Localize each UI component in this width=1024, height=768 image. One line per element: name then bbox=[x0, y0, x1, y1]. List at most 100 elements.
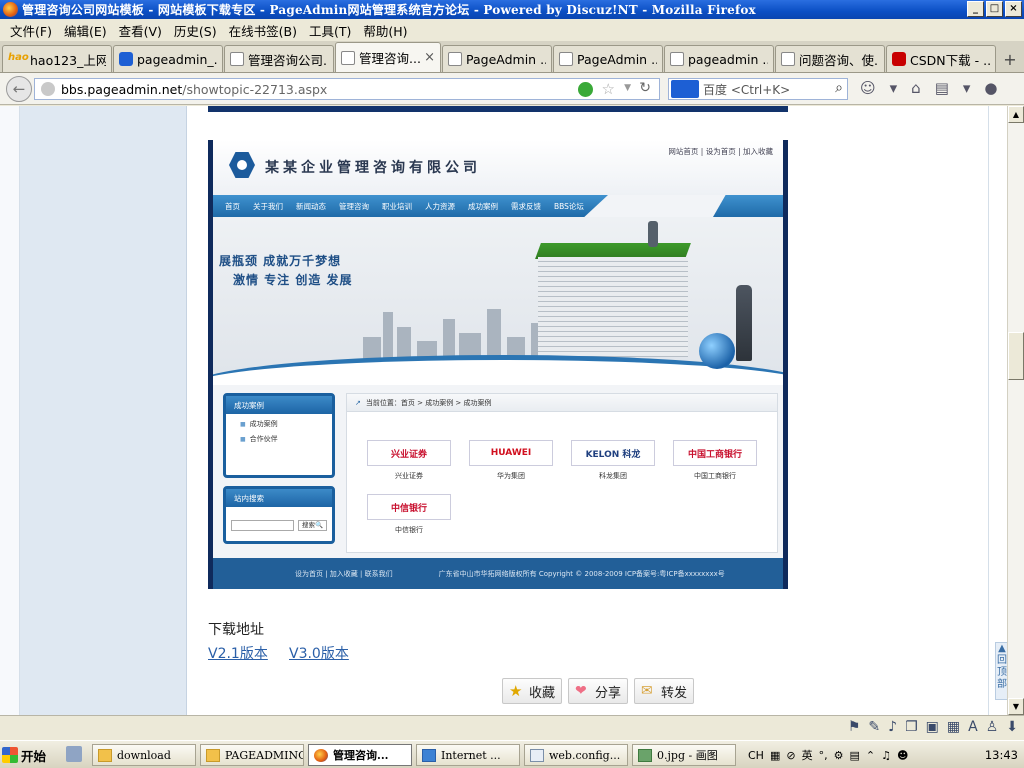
start-button[interactable]: 开始 bbox=[2, 744, 50, 766]
download-icon[interactable]: ⬇ bbox=[1006, 719, 1018, 735]
client-logo: 中信银行 中信银行 bbox=[367, 494, 451, 535]
qq-icon[interactable]: ☻ bbox=[897, 749, 908, 762]
tab-pageadmin-1[interactable]: PageAdmin ... bbox=[442, 45, 552, 72]
url-bar[interactable]: bbs.pageadmin.net/showtopic-22713.aspx ☆… bbox=[34, 78, 660, 100]
tab-label: PageAdmin ... bbox=[466, 51, 546, 67]
page-content: 某某企业管理咨询有限公司 网站首页 | 设为首页 | 加入收藏 首页 关于我们 … bbox=[0, 106, 1007, 715]
person-icon[interactable]: ♙ bbox=[986, 719, 999, 735]
site-identity-icon[interactable] bbox=[41, 82, 55, 96]
tab-pageadmin-2[interactable]: PageAdmin ... bbox=[553, 45, 663, 72]
tab-label: PageAdmin ... bbox=[577, 51, 657, 67]
task-internet[interactable]: Internet ... bbox=[416, 744, 520, 766]
magnifier-icon[interactable]: ⌕ bbox=[835, 80, 843, 96]
task-label: Internet ... bbox=[441, 748, 501, 762]
new-tab-button[interactable]: + bbox=[999, 46, 1021, 72]
search-input[interactable]: 百度 <Ctrl+K> ⌕ bbox=[668, 78, 848, 100]
menu-help[interactable]: 帮助(H) bbox=[357, 21, 413, 40]
font-icon[interactable]: A bbox=[968, 719, 978, 735]
scroll-down-arrow-icon[interactable]: ▼ bbox=[1008, 698, 1024, 715]
tools-icon[interactable]: ✎ bbox=[868, 719, 880, 735]
screenshot-icon[interactable]: ▣ bbox=[926, 719, 939, 735]
vertical-scrollbar[interactable]: ▲ ▼ bbox=[1007, 106, 1024, 715]
tab-consulting-company[interactable]: 管理咨询公司... bbox=[224, 45, 334, 72]
dropdown-icon[interactable]: ▾ bbox=[890, 79, 898, 97]
volume-icon[interactable]: ♫ bbox=[881, 749, 891, 762]
search-engine-icon[interactable] bbox=[671, 80, 699, 98]
folder-icon bbox=[98, 748, 112, 762]
tab-pageadmin-baidu[interactable]: pageadmin_... bbox=[113, 45, 223, 72]
template-header: 某某企业管理咨询有限公司 网站首页 | 设为首页 | 加入收藏 bbox=[213, 140, 783, 195]
businessman-figure bbox=[736, 285, 752, 361]
template-nav-item: 需求反馈 bbox=[511, 201, 541, 211]
tab-pageadmin-3[interactable]: pageadmin ... bbox=[664, 45, 774, 72]
client-logo: KELON 科龙 科龙集团 bbox=[571, 440, 655, 481]
task-firefox[interactable]: 管理咨询... bbox=[308, 744, 412, 766]
back-button[interactable]: ← bbox=[6, 76, 32, 102]
tab-close-icon[interactable]: × bbox=[424, 50, 435, 65]
template-copyright: 广东省中山市华拓网络版权所有 Copyright © 2008-2009 ICP… bbox=[438, 569, 725, 578]
bookmarks-icon[interactable]: ▤ bbox=[935, 79, 949, 97]
speaker-icon[interactable]: ♪ bbox=[888, 719, 897, 735]
task-paint[interactable]: 0.jpg - 画图 bbox=[632, 744, 736, 766]
client-logo-name: 中信银行 bbox=[395, 526, 423, 534]
bookmark-star-icon[interactable]: ☆ bbox=[602, 80, 615, 98]
template-nav: 首页 关于我们 新闻动态 管理咨询 职业培训 人力资源 成功案例 需求反馈 BB… bbox=[213, 195, 608, 217]
task-pageadminglzx[interactable]: PAGEADMINGLZX bbox=[200, 744, 304, 766]
close-window-button[interactable]: × bbox=[1005, 1, 1022, 17]
maximize-button[interactable]: □ bbox=[986, 1, 1003, 17]
scrollbar-thumb[interactable] bbox=[1008, 332, 1024, 380]
addon-icon[interactable]: ☺ bbox=[860, 79, 876, 97]
window-icon[interactable]: ❐ bbox=[905, 719, 918, 735]
go-icon[interactable] bbox=[578, 82, 593, 97]
client-logo: HUAWEI 华为集团 bbox=[469, 440, 553, 481]
page-icon bbox=[341, 50, 355, 65]
template-footer: 设为首页 | 加入收藏 | 联系我们 广东省中山市华拓网络版权所有 Copyri… bbox=[213, 558, 783, 589]
menu-file[interactable]: 文件(F) bbox=[4, 21, 58, 40]
forward-button[interactable]: ✉ 转发 bbox=[634, 678, 695, 704]
share-button[interactable]: ❤ 分享 bbox=[568, 678, 629, 704]
chat-icon[interactable]: ● bbox=[984, 79, 997, 97]
scroll-up-arrow-icon[interactable]: ▲ bbox=[1008, 106, 1024, 123]
template-company-name: 某某企业管理咨询有限公司 bbox=[265, 160, 481, 176]
flag-icon[interactable]: ⚑ bbox=[848, 719, 861, 735]
tab-csdn[interactable]: CSDN下载 - ... bbox=[886, 45, 996, 72]
tray-expand-icon[interactable]: ⌃ bbox=[866, 749, 875, 762]
punctuation-icon[interactable]: °, bbox=[819, 749, 828, 762]
golfer-figure bbox=[648, 221, 658, 247]
task-webconfig[interactable]: web.config... bbox=[524, 744, 628, 766]
clipboard-icon[interactable]: ▤ bbox=[849, 749, 859, 762]
back-to-top-button[interactable]: ▲ 回顶部 bbox=[995, 642, 1007, 700]
quick-launch-icon[interactable] bbox=[66, 746, 82, 762]
grid-icon[interactable]: ▦ bbox=[947, 719, 960, 735]
task-download[interactable]: download bbox=[92, 744, 196, 766]
menu-edit[interactable]: 编辑(E) bbox=[58, 21, 113, 40]
tab-hao123[interactable]: haohao123_上网... bbox=[2, 45, 112, 72]
tab-active-consulting[interactable]: 管理咨询... × bbox=[335, 42, 441, 72]
download-link-v30[interactable]: V3.0版本 bbox=[289, 643, 349, 663]
template-preview-image[interactable]: 某某企业管理咨询有限公司 网站首页 | 设为首页 | 加入收藏 首页 关于我们 … bbox=[208, 140, 788, 589]
ime-indicator[interactable]: CH bbox=[748, 749, 764, 762]
history-dropdown-icon[interactable]: ▼ bbox=[624, 83, 631, 93]
menu-history[interactable]: 历史(S) bbox=[168, 21, 223, 40]
home-icon[interactable]: ⌂ bbox=[911, 79, 921, 97]
reload-icon[interactable]: ↻ bbox=[639, 80, 651, 96]
task-label: 管理咨询... bbox=[333, 749, 389, 762]
keyboard-icon[interactable]: ▦ bbox=[770, 749, 780, 762]
language-indicator[interactable]: 英 bbox=[802, 747, 813, 763]
site-search-title: 站内搜索 bbox=[226, 489, 332, 507]
tab-label: CSDN下载 - ... bbox=[910, 52, 990, 68]
favorite-button[interactable]: ★ 收藏 bbox=[502, 678, 563, 704]
firefox-icon[interactable] bbox=[3, 2, 18, 17]
menu-bookmarks[interactable]: 在线书签(B) bbox=[223, 21, 303, 40]
page-icon bbox=[230, 52, 244, 66]
menu-view[interactable]: 查看(V) bbox=[113, 21, 168, 40]
tab-question[interactable]: 问题咨询、使... bbox=[775, 45, 885, 72]
heart-icon: ❤ bbox=[575, 683, 587, 699]
menu-dropdown-icon[interactable]: ▾ bbox=[963, 79, 971, 97]
gear-icon[interactable]: ⚙ bbox=[834, 749, 844, 762]
minimize-button[interactable]: _ bbox=[967, 1, 984, 17]
download-link-v21[interactable]: V2.1版本 bbox=[208, 643, 268, 663]
no-entry-icon[interactable]: ⊘ bbox=[786, 749, 795, 762]
tab-label: hao123_上网... bbox=[30, 52, 106, 68]
menu-tools[interactable]: 工具(T) bbox=[303, 21, 357, 40]
